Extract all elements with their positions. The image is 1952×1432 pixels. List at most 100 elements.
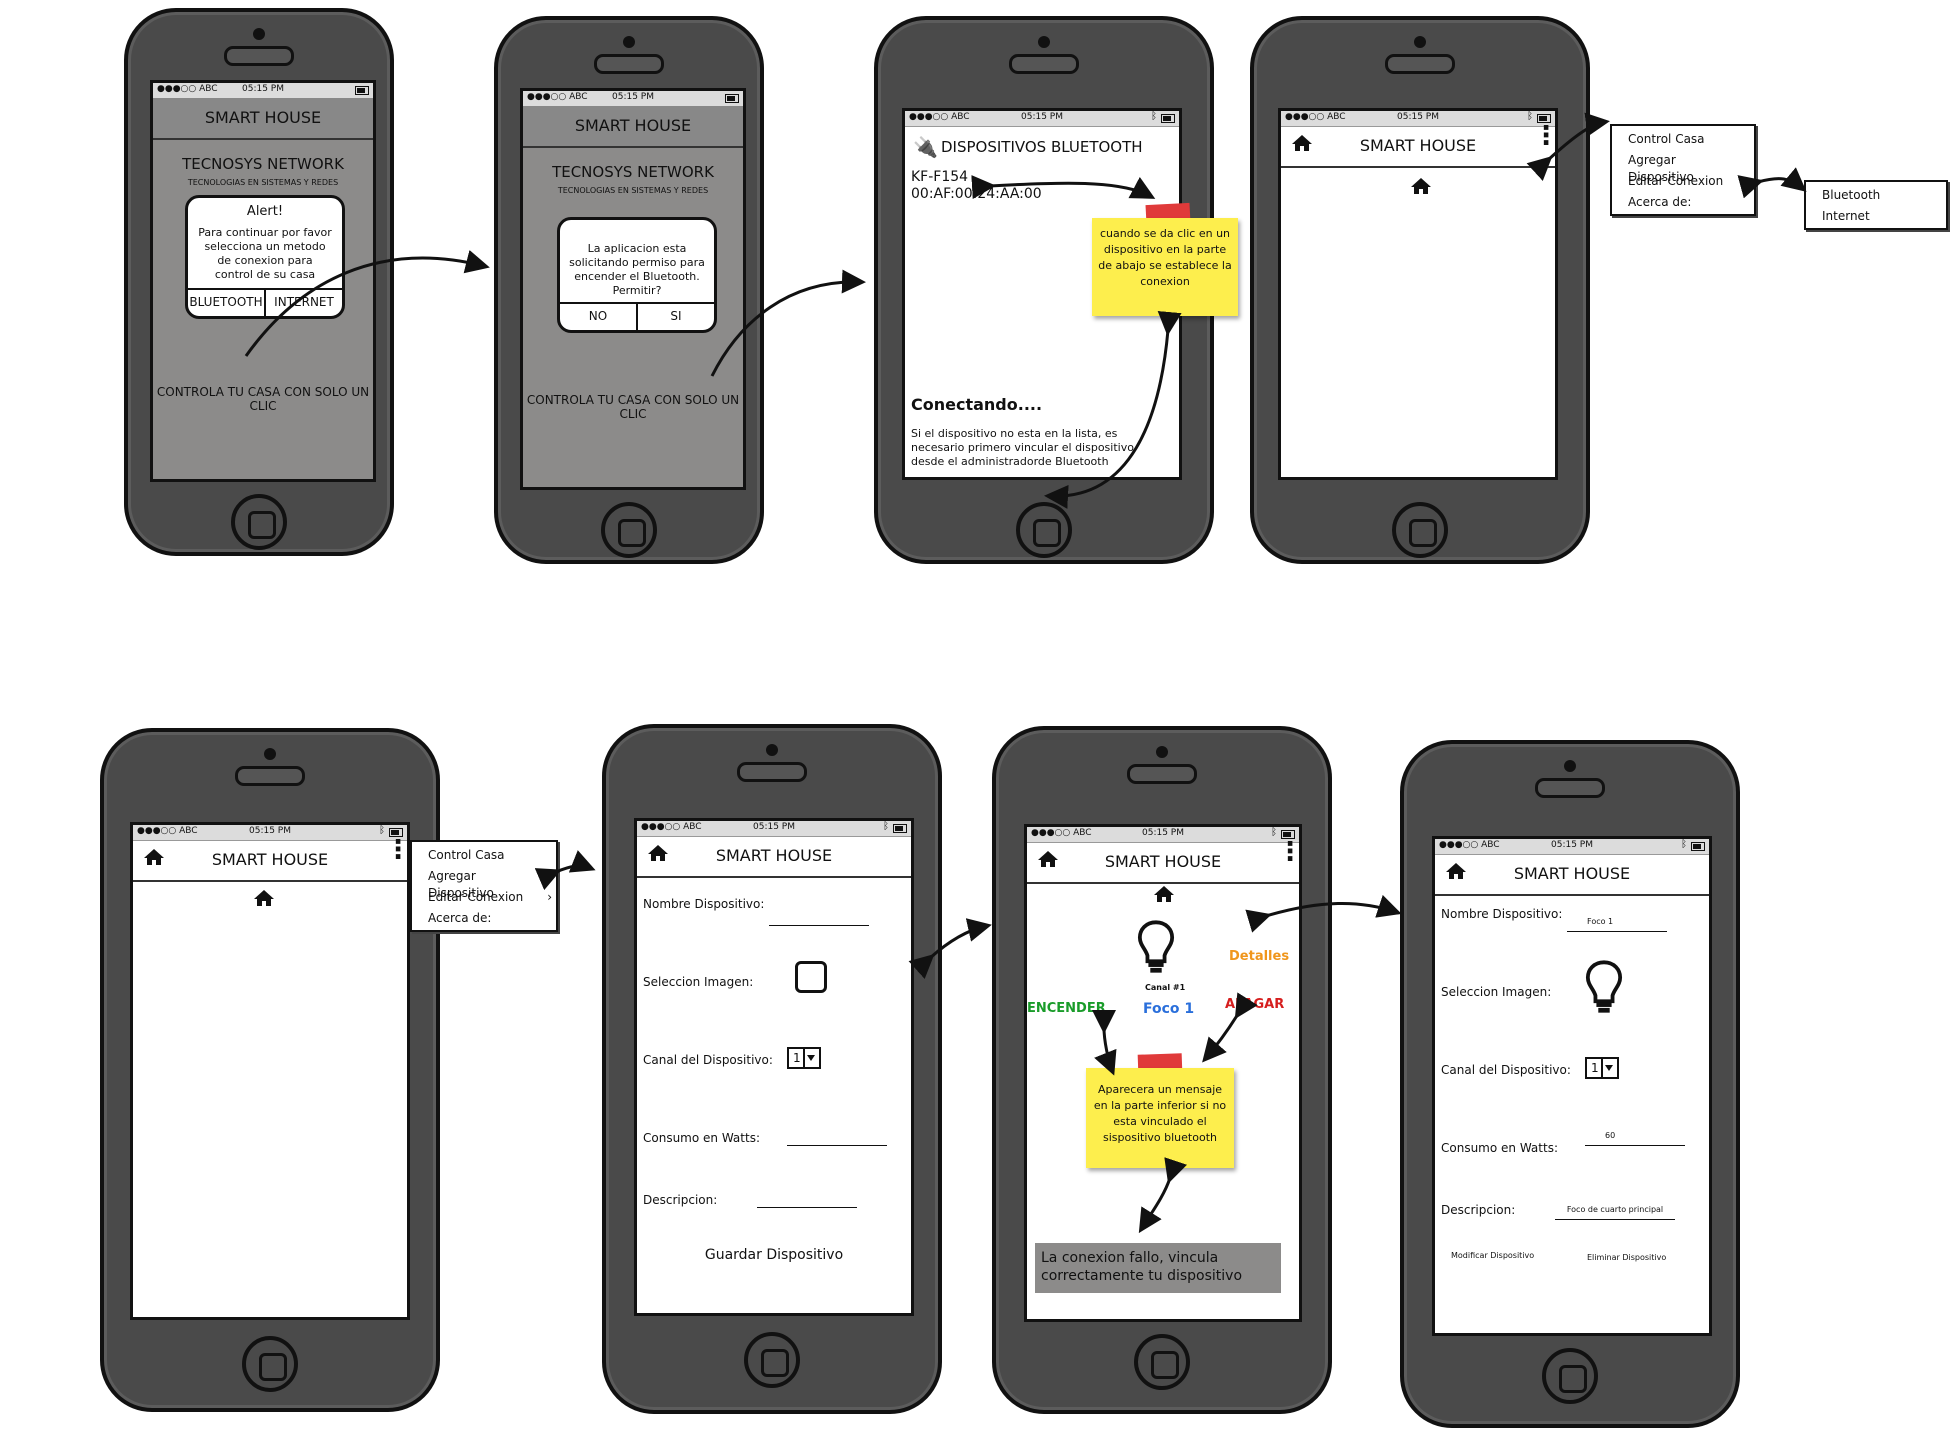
app-title: SMART HOUSE bbox=[211, 850, 329, 869]
speaker bbox=[1009, 54, 1079, 74]
device-mac: 00:AF:00:24:AA:00 bbox=[911, 186, 1042, 202]
permission-dialog: La aplicacion esta solicitando permiso p… bbox=[557, 217, 717, 333]
submenu-connection: Bluetooth Internet bbox=[1804, 180, 1948, 230]
image-picker[interactable] bbox=[795, 961, 827, 993]
menu-item-control-casa[interactable]: Control Casa bbox=[412, 845, 556, 866]
slogan: CONTROLA TU CASA CON SOLO UN CLIC bbox=[526, 393, 740, 421]
channel-select[interactable]: 1 bbox=[787, 1047, 821, 1069]
connecting-label: Conectando.... bbox=[911, 395, 1043, 414]
sticky-note-error-info: Aparecera un mensaje en la parte inferio… bbox=[1086, 1068, 1234, 1168]
details-link[interactable]: Detalles bbox=[1229, 949, 1289, 964]
menu-icon[interactable]: ⋮ bbox=[1277, 839, 1299, 865]
description-input[interactable] bbox=[757, 1207, 857, 1208]
home-button[interactable] bbox=[1542, 1348, 1598, 1404]
delete-device-button[interactable]: Eliminar Dispositivo bbox=[1587, 1253, 1666, 1262]
nav-bar: SMART HOUSE ⋮ bbox=[1281, 123, 1555, 168]
home-button[interactable] bbox=[1016, 502, 1072, 558]
description-input[interactable]: Foco de cuarto principal bbox=[1555, 1205, 1675, 1220]
image-label: Seleccion Imagen: bbox=[1441, 985, 1552, 999]
arrow-agregar-to-form bbox=[534, 850, 596, 891]
phone-2: ●●●○○ ABC 05:15 PM SMART HOUSE TECNOSYS … bbox=[494, 16, 764, 564]
screen-home-menu: ●●●○○ ABC 05:15 PM ᛒ SMART HOUSE ⋮ bbox=[130, 822, 410, 1320]
bluetooth-help-text: Si el dispositivo no esta en la lista, e… bbox=[911, 427, 1134, 468]
slogan: CONTROLA TU CASA CON SOLO UN CLIC bbox=[156, 385, 370, 413]
battery-icon bbox=[725, 94, 739, 103]
menu-item-control-casa[interactable]: Control Casa bbox=[1612, 129, 1754, 150]
yes-button[interactable]: SI bbox=[636, 304, 714, 330]
screen-welcome-alert: ●●●○○ ABC 05:15 PM SMART HOUSE TECNOSYS … bbox=[150, 80, 376, 482]
camera bbox=[264, 748, 276, 760]
submenu-item-bluetooth[interactable]: Bluetooth bbox=[1806, 185, 1946, 206]
channel-value: 1 bbox=[793, 1051, 801, 1065]
device-name: Foco 1 bbox=[1143, 1001, 1195, 1017]
save-device-button[interactable]: Guardar Dispositivo bbox=[637, 1247, 911, 1263]
watts-label: Consumo en Watts: bbox=[643, 1131, 760, 1145]
menu-item-agregar-dispositivo[interactable]: Agregar Dispositivo bbox=[1612, 150, 1754, 184]
home-button[interactable] bbox=[1392, 502, 1448, 558]
menu-icon[interactable]: ⋮ bbox=[1533, 123, 1555, 149]
camera bbox=[766, 744, 778, 756]
permission-message: La aplicacion esta solicitando permiso p… bbox=[569, 242, 705, 297]
nav-bar: SMART HOUSE ⋮ bbox=[1027, 839, 1299, 884]
menu-item-editar-conexion[interactable]: Editar Conexion › bbox=[1612, 171, 1754, 192]
description-label: Descripcion: bbox=[1441, 1203, 1516, 1217]
phone-5: ●●●○○ ABC 05:15 PM ᛒ SMART HOUSE ⋮ bbox=[100, 728, 440, 1412]
chevron-down-icon bbox=[803, 1049, 819, 1067]
status-bar: ●●●○○ ABC 05:15 PM bbox=[153, 83, 373, 99]
alert-title: Alert! bbox=[246, 204, 284, 219]
clock: 05:15 PM bbox=[242, 84, 284, 94]
modify-device-button[interactable]: Modificar Dispositivo bbox=[1451, 1251, 1534, 1260]
home-button[interactable] bbox=[601, 502, 657, 558]
watts-input[interactable] bbox=[787, 1145, 887, 1146]
chevron-down-icon bbox=[1601, 1059, 1617, 1077]
device-list-item[interactable]: KF-F154 00:AF:00:24:AA:00 bbox=[911, 169, 1042, 203]
light-bulb-icon[interactable] bbox=[1137, 919, 1175, 975]
menu-item-acerca-de[interactable]: Acerca de: bbox=[1612, 192, 1754, 213]
company-name: TECNOSYS NETWORK bbox=[552, 163, 714, 181]
home-button[interactable] bbox=[231, 494, 287, 550]
camera bbox=[1038, 36, 1050, 48]
status-bar: ●●●○○ ABC 05:15 PM bbox=[523, 91, 743, 107]
camera bbox=[1414, 36, 1426, 48]
camera bbox=[253, 28, 265, 40]
nav-bar: SMART HOUSE bbox=[153, 98, 373, 140]
turn-on-button[interactable]: ENCENDER bbox=[1027, 1001, 1106, 1016]
status-bar: ●●●○○ ABC 05:15 PM ᛒ bbox=[1281, 111, 1555, 127]
name-input[interactable]: Foco 1 bbox=[1567, 917, 1667, 932]
watts-label: Consumo en Watts: bbox=[1441, 1141, 1558, 1155]
turn-off-button[interactable]: APAGAR bbox=[1225, 997, 1284, 1012]
home-button[interactable] bbox=[242, 1336, 298, 1392]
name-label: Nombre Dispositivo: bbox=[643, 897, 765, 911]
phone-8: ●●●○○ ABC 05:15 PM ᛒ SMART HOUSE Nombre … bbox=[1400, 740, 1740, 1428]
menu-item-editar-conexion[interactable]: Editar Conexion › bbox=[412, 887, 556, 908]
home-button[interactable] bbox=[1134, 1334, 1190, 1390]
clock: 05:15 PM bbox=[753, 822, 795, 832]
speaker bbox=[1535, 778, 1605, 798]
phone-4: ●●●○○ ABC 05:15 PM ᛒ SMART HOUSE ⋮ bbox=[1250, 16, 1590, 564]
bluetooth-status-icon: ᛒ bbox=[883, 821, 889, 832]
name-input[interactable] bbox=[769, 925, 869, 926]
home-icon bbox=[254, 890, 274, 906]
home-button[interactable] bbox=[744, 1332, 800, 1388]
internet-button[interactable]: INTERNET bbox=[264, 290, 342, 316]
screen-home: ●●●○○ ABC 05:15 PM ᛒ SMART HOUSE ⋮ bbox=[1278, 108, 1558, 480]
chevron-right-icon: › bbox=[547, 890, 552, 904]
submenu-item-internet[interactable]: Internet bbox=[1806, 206, 1946, 227]
name-value: Foco 1 bbox=[1587, 917, 1614, 926]
light-bulb-icon[interactable] bbox=[1585, 959, 1623, 1015]
app-title: SMART HOUSE bbox=[574, 116, 692, 135]
home-icon bbox=[1154, 886, 1174, 902]
clock: 05:15 PM bbox=[249, 826, 291, 836]
channel-select[interactable]: 1 bbox=[1585, 1057, 1619, 1079]
plug-icon: 🔌 bbox=[913, 135, 938, 159]
watts-input[interactable]: 60 bbox=[1585, 1131, 1685, 1146]
menu-item-acerca-de[interactable]: Acerca de: bbox=[412, 908, 556, 929]
no-button[interactable]: NO bbox=[560, 304, 636, 330]
menu-icon[interactable]: ⋮ bbox=[385, 837, 407, 863]
speaker bbox=[594, 54, 664, 74]
menu-item-agregar-dispositivo[interactable]: Agregar Dispositivo bbox=[412, 866, 556, 900]
alert-buttons: BLUETOOTH INTERNET bbox=[188, 288, 342, 316]
bluetooth-button[interactable]: BLUETOOTH bbox=[188, 290, 264, 316]
phone-1: ●●●○○ ABC 05:15 PM SMART HOUSE TECNOSYS … bbox=[124, 8, 394, 556]
dropdown-menu: Control Casa Agregar Dispositivo Editar … bbox=[410, 840, 558, 932]
